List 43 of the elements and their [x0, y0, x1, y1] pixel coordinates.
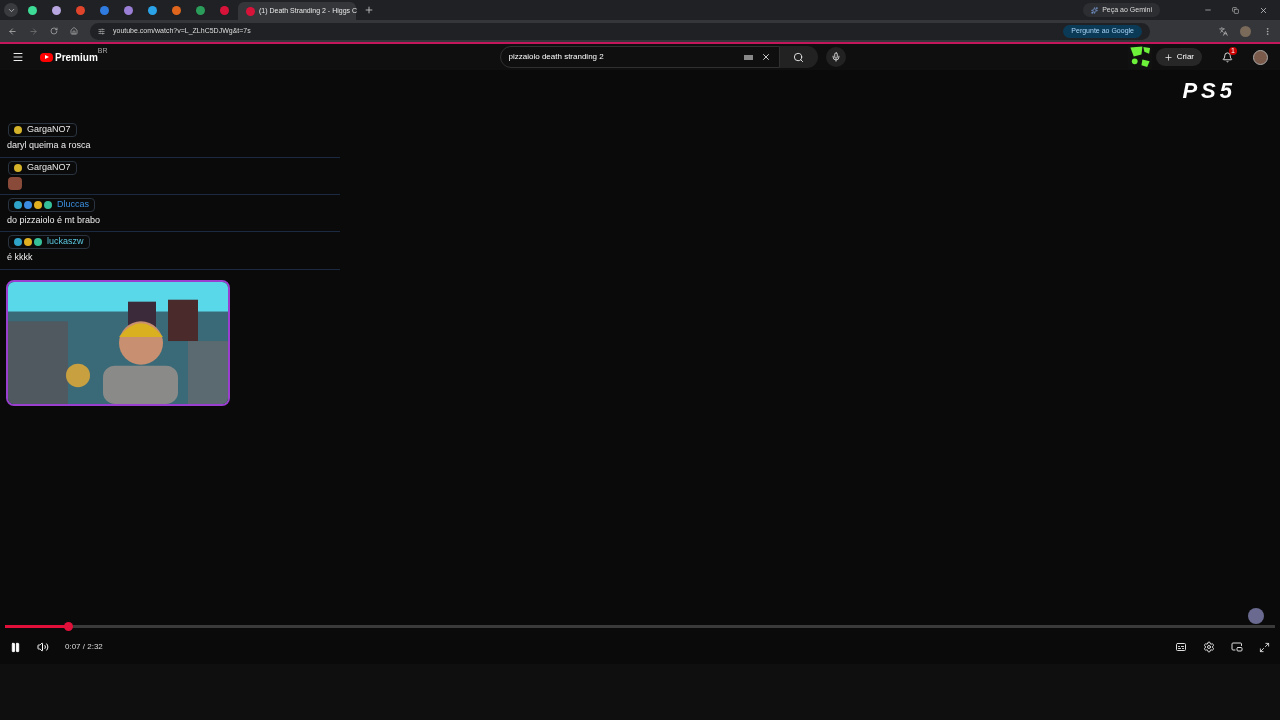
emote-icon: [8, 176, 22, 190]
volume-icon[interactable]: [37, 641, 49, 653]
chat-message: daryl queima a rosca: [7, 139, 92, 152]
translate-icon[interactable]: [1219, 26, 1228, 36]
youtube-logo-icon[interactable]: [40, 52, 53, 62]
fullscreen-icon[interactable]: [1259, 641, 1270, 653]
subtitles-icon[interactable]: [1175, 641, 1187, 653]
pause-icon[interactable]: [10, 641, 21, 653]
progress-track[interactable]: [5, 625, 1275, 628]
search-icon: [793, 51, 805, 63]
chat-message: do pizzaiolo é mt brabo: [7, 213, 102, 227]
keyboard-icon[interactable]: [743, 54, 753, 60]
reload-icon[interactable]: [50, 27, 58, 35]
microphone-icon: [830, 52, 841, 62]
channel-watermark-icon: [1248, 608, 1264, 624]
chat-message: é kkkk: [7, 251, 34, 264]
back-icon[interactable]: [8, 26, 17, 36]
time-display: 0:07 / 2:32: [65, 641, 103, 653]
search-button[interactable]: [779, 46, 818, 68]
chat-username: luckaszw: [47, 235, 84, 249]
create-button[interactable]: Criar: [1155, 48, 1202, 66]
chat-username: Dluccas: [57, 197, 89, 211]
home-icon[interactable]: [70, 27, 78, 35]
new-tab-icon[interactable]: [364, 5, 374, 15]
sparkle-icon: [1091, 6, 1099, 14]
plus-icon: [1163, 52, 1173, 62]
menu-icon[interactable]: [12, 51, 24, 63]
ps5-logo: PS5: [1182, 77, 1236, 105]
miniplayer-icon[interactable]: [1231, 641, 1243, 653]
chat-username: GargaNO7: [27, 160, 71, 174]
logo-text: Premium: [55, 51, 98, 65]
notifications-icon[interactable]: [1222, 51, 1233, 63]
tab-list-button[interactable]: [4, 3, 18, 17]
microphone-button[interactable]: [825, 47, 846, 67]
avatar-icon[interactable]: [1253, 49, 1268, 65]
search-query: pizzaiolo death stranding 2: [508, 51, 605, 63]
close-icon[interactable]: [1259, 5, 1268, 15]
chat-username: GargaNO7: [27, 123, 71, 137]
restore-icon[interactable]: [1232, 6, 1239, 14]
site-settings-icon[interactable]: [98, 27, 105, 35]
settings-icon[interactable]: [1203, 641, 1215, 653]
clear-icon[interactable]: [760, 52, 771, 62]
video-player[interactable]: PS5 GargaNO7 daryl queima a rosca GargaNO7 Dluccas do pizzaiolo é mt brabo luckaszw é kkkk 0:07 / 2:32: [0, 70, 1280, 664]
